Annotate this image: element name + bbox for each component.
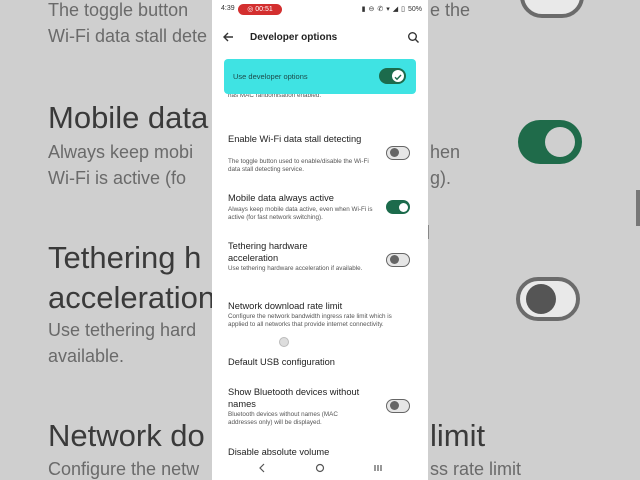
- battery-percent: 50%: [407, 5, 422, 13]
- bg-toggle-on: [518, 120, 582, 164]
- scroll-indicator: [636, 190, 640, 226]
- back-arrow-icon[interactable]: [221, 30, 235, 44]
- navigation-bar: [212, 458, 428, 480]
- bg-title: limit: [430, 418, 486, 453]
- status-bar: 4:39 ◎ 00:51 ▮ ⊖ ✆ ▾ ◢ ▯ 50%: [212, 0, 428, 18]
- signal-icon: ◢: [392, 6, 399, 13]
- use-developer-options-label: Use developer options: [233, 72, 308, 81]
- screen-recording-pill[interactable]: ◎ 00:51: [238, 4, 282, 15]
- vibrate-icon: ▮: [361, 6, 366, 13]
- phone-screen: 4:39 ◎ 00:51 ▮ ⊖ ✆ ▾ ◢ ▯ 50% Developer o…: [212, 0, 428, 480]
- setting-desc-wifi-stall: The toggle button used to enable/disable…: [228, 158, 369, 173]
- phone-icon: ✆: [377, 6, 384, 13]
- wifi-stall-toggle[interactable]: [386, 146, 410, 160]
- toggle-knob: [392, 70, 404, 82]
- setting-title-mobile-data[interactable]: Mobile data always active: [228, 192, 378, 204]
- setting-title-bluetooth-names[interactable]: Show Bluetooth devices without names: [228, 386, 368, 410]
- bg-text: Wi-Fi data stall dete: [48, 26, 208, 46]
- bg-text: available.: [48, 346, 125, 366]
- setting-desc-rate-limit: Configure the network bandwidth ingress …: [228, 313, 392, 328]
- bg-text: Use tethering hard: [48, 320, 197, 340]
- setting-title-rate-limit[interactable]: Network download rate limit: [228, 300, 408, 312]
- setting-desc-mobile-data: Always keep mobile data active, even whe…: [228, 206, 373, 221]
- nav-home-icon[interactable]: [315, 463, 325, 473]
- setting-title-tethering[interactable]: Tethering hardware acceleration: [228, 240, 348, 264]
- use-developer-options-card[interactable]: Use developer options: [224, 59, 416, 94]
- developer-options-toggle[interactable]: [379, 68, 406, 84]
- setting-title-absolute-volume[interactable]: Disable absolute volume: [228, 446, 378, 458]
- wifi-icon: ▾: [386, 6, 390, 13]
- bg-text: g).: [430, 168, 452, 188]
- bg-text: Always keep mobi: [48, 142, 194, 162]
- touch-ripple: [279, 337, 289, 347]
- setting-title-usb-config[interactable]: Default USB configuration: [228, 356, 408, 368]
- mobile-data-toggle[interactable]: [386, 200, 410, 214]
- dnd-icon: ⊖: [368, 6, 375, 13]
- bg-text: Wi-Fi is active (fo: [48, 168, 187, 188]
- app-bar: Developer options: [212, 26, 428, 50]
- bg-toggle-off: [516, 277, 580, 321]
- nav-recents-icon[interactable]: [373, 463, 383, 473]
- tethering-toggle[interactable]: [386, 253, 410, 267]
- battery-icon: ▯: [401, 6, 405, 13]
- status-time: 4:39: [221, 5, 235, 12]
- setting-desc-bluetooth-names: Bluetooth devices without names (MAC add…: [228, 411, 338, 426]
- search-icon[interactable]: [407, 31, 420, 44]
- bg-title: Tethering h: [48, 240, 202, 275]
- setting-desc-tethering: Use tethering hardware acceleration if a…: [228, 265, 363, 272]
- bg-text: hen: [430, 142, 461, 162]
- recording-time: 00:51: [255, 6, 273, 13]
- nav-back-icon[interactable]: [257, 463, 267, 473]
- bg-text: Configure the netw: [48, 459, 200, 479]
- bg-text: The toggle button: [48, 0, 189, 20]
- bg-toggle-off: [520, 0, 584, 18]
- page-title: Developer options: [250, 32, 338, 43]
- check-icon: [394, 74, 402, 81]
- bluetooth-names-toggle[interactable]: [386, 399, 410, 413]
- bg-text: ss rate limit: [430, 459, 522, 479]
- status-icons: ▮ ⊖ ✆ ▾ ◢ ▯ 50%: [361, 5, 422, 14]
- bg-title: Network do: [48, 418, 205, 453]
- setting-title-wifi-stall[interactable]: Enable Wi-Fi data stall detecting: [228, 133, 378, 145]
- bg-text: e the: [430, 0, 471, 20]
- bg-title: Mobile data: [48, 100, 209, 135]
- bg-title: acceleration: [48, 280, 216, 315]
